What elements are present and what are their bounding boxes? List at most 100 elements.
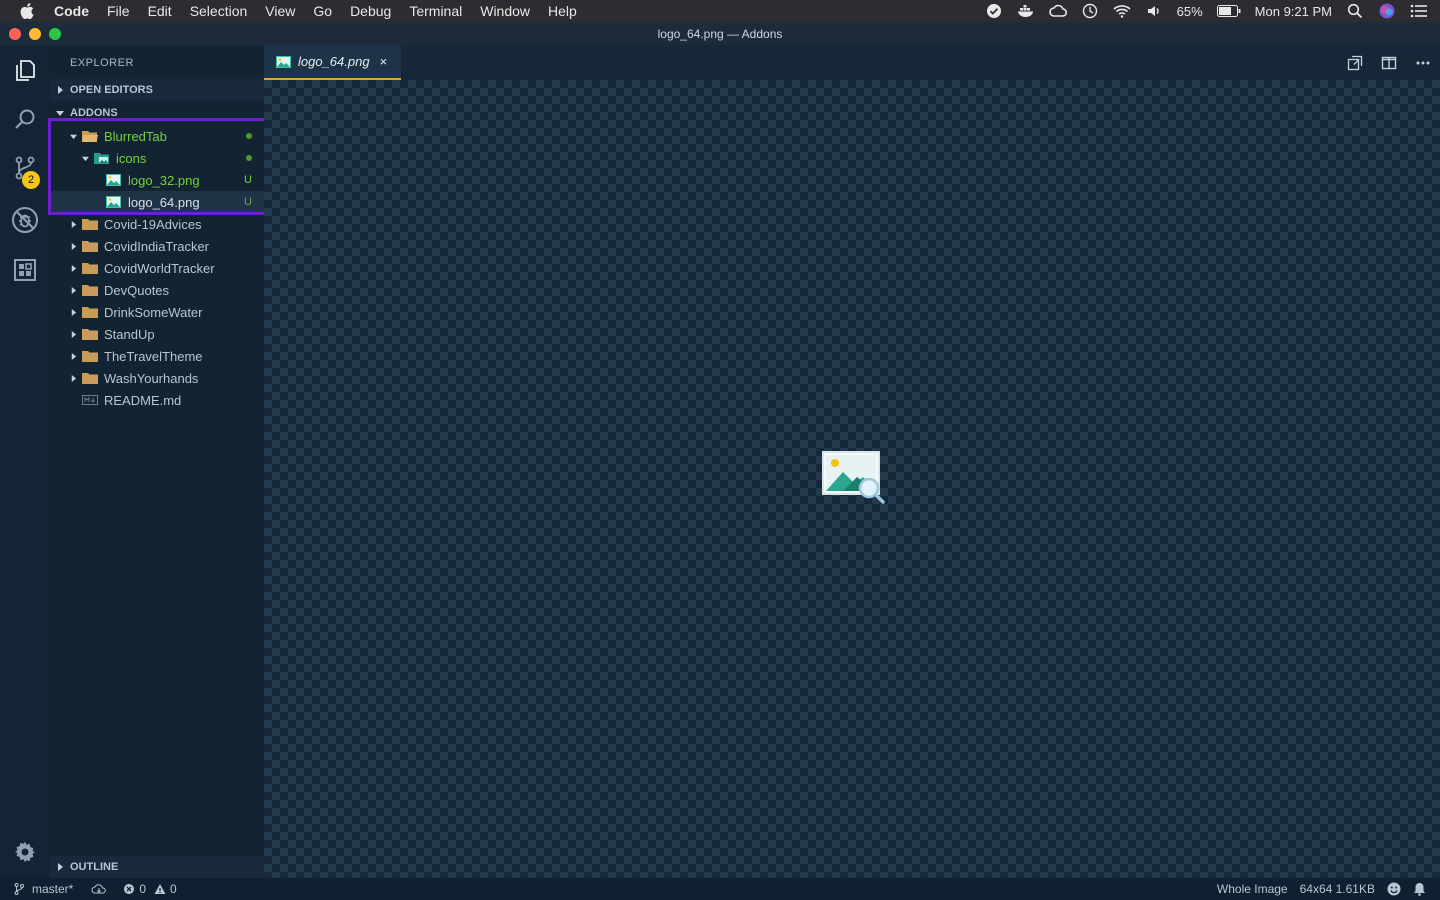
wifi-icon[interactable]: [1113, 3, 1131, 19]
menu-terminal[interactable]: Terminal: [409, 3, 462, 19]
section-outline-label: OUTLINE: [70, 861, 119, 873]
chevron-right-icon: [50, 86, 70, 94]
chevron-right-icon: [68, 301, 78, 323]
docker-whale-icon[interactable]: [1017, 3, 1035, 19]
volume-icon[interactable]: [1145, 3, 1163, 19]
annotation-highlight-box: [48, 118, 268, 215]
chevron-right-icon: [68, 323, 78, 345]
source-control-badge: 2: [22, 171, 40, 189]
menu-clock[interactable]: Mon 9:21 PM: [1255, 4, 1332, 19]
section-outline[interactable]: OUTLINE: [50, 856, 264, 878]
activity-bar: 2: [0, 45, 50, 878]
tree-item-folder[interactable]: TheTravelTheme: [50, 345, 264, 367]
editor-tab-bar: logo_64.png ×: [264, 45, 1440, 80]
more-actions-icon[interactable]: [1414, 54, 1432, 72]
image-file-icon: [276, 55, 291, 68]
tree-item-label: CovidIndiaTracker: [104, 238, 210, 254]
image-preview-area[interactable]: [264, 80, 1440, 878]
tree-item-label: WashYourhands: [104, 370, 199, 386]
git-branch-icon[interactable]: [14, 883, 24, 895]
chevron-right-icon: [68, 345, 78, 367]
menu-view[interactable]: View: [265, 3, 295, 19]
feedback-smiley-icon[interactable]: [1387, 882, 1401, 896]
tree-item-folder[interactable]: StandUp: [50, 323, 264, 345]
image-size-info: 64x64 1.61KB: [1299, 882, 1375, 896]
menu-selection[interactable]: Selection: [190, 3, 248, 19]
markdown-file-icon: [82, 393, 98, 407]
tree-item-folder[interactable]: DrinkSomeWater: [50, 301, 264, 323]
menu-file[interactable]: File: [107, 3, 130, 19]
time-machine-icon[interactable]: [1081, 3, 1099, 19]
tab-label: logo_64.png: [298, 54, 370, 69]
chevron-down-icon: [50, 109, 70, 117]
tree-item-label: DrinkSomeWater: [104, 304, 203, 320]
menu-app-name[interactable]: Code: [54, 3, 89, 19]
chevron-right-icon: [68, 279, 78, 301]
folder-icon: [82, 239, 98, 253]
folder-icon: [82, 283, 98, 297]
notifications-bell-icon[interactable]: [1413, 882, 1426, 896]
checkmark-badge-icon[interactable]: [985, 3, 1003, 19]
menu-help[interactable]: Help: [548, 3, 577, 19]
tree-item-folder[interactable]: CovidIndiaTracker: [50, 235, 264, 257]
spotlight-search-icon[interactable]: [1346, 3, 1364, 19]
chevron-right-icon: [50, 863, 70, 871]
section-open-editors[interactable]: OPEN EDITORS: [50, 79, 264, 101]
tree-item-folder[interactable]: WashYourhands: [50, 367, 264, 389]
sidebar-title: EXPLORER: [70, 57, 134, 69]
tree-item-label: TheTravelTheme: [104, 348, 203, 364]
battery-icon[interactable]: [1216, 3, 1241, 19]
tree-item-label: README.md: [104, 392, 182, 408]
tree-item-folder[interactable]: DevQuotes: [50, 279, 264, 301]
warning-count[interactable]: 0: [170, 882, 177, 896]
git-branch-label[interactable]: master*: [32, 882, 73, 896]
macos-menu-bar: Code File Edit Selection View Go Debug T…: [0, 0, 1440, 22]
chevron-right-icon: [68, 257, 78, 279]
menu-debug[interactable]: Debug: [350, 3, 391, 19]
menu-edit[interactable]: Edit: [148, 3, 172, 19]
chevron-right-icon: [68, 235, 78, 257]
window-close-button[interactable]: [9, 28, 21, 40]
window-title: logo_64.png — Addons: [657, 26, 783, 41]
explorer-icon[interactable]: [10, 55, 40, 85]
creative-cloud-icon[interactable]: [1048, 3, 1067, 19]
image-preview-icon[interactable]: [821, 450, 887, 510]
folder-icon: [82, 371, 98, 385]
tree-item-folder[interactable]: CovidWorldTracker: [50, 257, 264, 279]
folder-icon: [82, 327, 98, 341]
section-open-editors-label: OPEN EDITORS: [70, 84, 153, 96]
notification-center-icon[interactable]: [1410, 3, 1428, 19]
battery-percentage[interactable]: 65%: [1177, 4, 1203, 19]
tree-item-label: CovidWorldTracker: [104, 260, 215, 276]
chevron-right-icon: [68, 213, 78, 235]
error-count[interactable]: 0: [139, 882, 146, 896]
tab-close-button[interactable]: ×: [380, 54, 388, 69]
no-bugs-icon[interactable]: [10, 205, 40, 235]
error-icon[interactable]: [123, 883, 135, 895]
tree-item-label: Covid-19Advices: [104, 216, 202, 232]
tree-item-label: DevQuotes: [104, 282, 170, 298]
window-controls: [9, 28, 61, 40]
split-editor-icon[interactable]: [1380, 54, 1398, 72]
sync-icon[interactable]: [91, 883, 107, 895]
tree-item-readme[interactable]: README.md: [50, 389, 264, 411]
folder-icon: [82, 305, 98, 319]
menu-go[interactable]: Go: [313, 3, 332, 19]
apple-icon[interactable]: [20, 3, 36, 19]
open-changes-icon[interactable]: [1346, 54, 1364, 72]
tree-item-label: StandUp: [104, 326, 155, 342]
tab-logo-64[interactable]: logo_64.png ×: [264, 45, 401, 80]
siri-icon[interactable]: [1378, 3, 1396, 19]
warning-icon[interactable]: [154, 883, 166, 895]
window-zoom-button[interactable]: [49, 28, 61, 40]
window-minimize-button[interactable]: [29, 28, 41, 40]
extensions-icon[interactable]: [10, 255, 40, 285]
folder-icon: [82, 349, 98, 363]
zoom-level[interactable]: Whole Image: [1217, 882, 1288, 896]
gear-icon[interactable]: [10, 837, 40, 867]
tree-item-folder[interactable]: Covid-19Advices: [50, 213, 264, 235]
chevron-right-icon: [68, 367, 78, 389]
menu-window[interactable]: Window: [480, 3, 530, 19]
folder-icon: [82, 261, 98, 275]
search-icon[interactable]: [10, 105, 40, 135]
